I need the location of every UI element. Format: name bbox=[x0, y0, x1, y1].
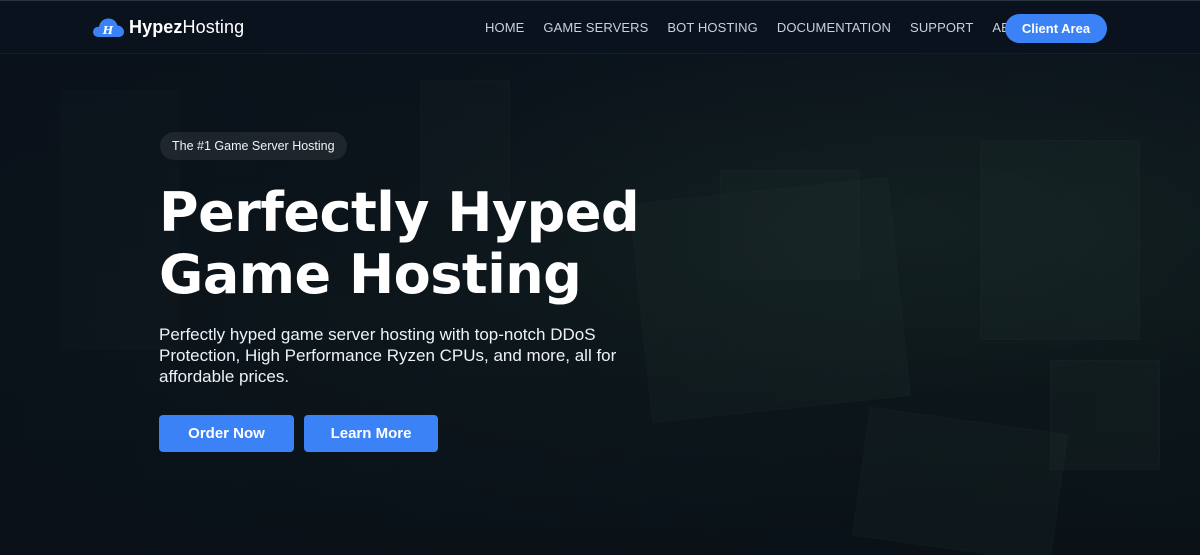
brand-logo[interactable]: H HypezHosting bbox=[91, 15, 244, 39]
nav-home-link[interactable]: HOME bbox=[485, 20, 524, 35]
brand-name: HypezHosting bbox=[129, 17, 244, 38]
nav-documentation-link[interactable]: DOCUMENTATION bbox=[777, 20, 891, 35]
nav-links: HOME GAME SERVERS BOT HOSTING DOCUMENTAT… bbox=[485, 20, 1057, 35]
nav-bot-hosting-link[interactable]: BOT HOSTING bbox=[667, 20, 757, 35]
logo-letter: H bbox=[102, 24, 114, 37]
brand-name-light: Hosting bbox=[182, 16, 245, 37]
hero-title: Perfectly Hyped Game Hosting bbox=[159, 182, 759, 306]
learn-more-button[interactable]: Learn More bbox=[304, 415, 438, 452]
nav-game-servers-link[interactable]: GAME SERVERS bbox=[543, 20, 648, 35]
hero-badge: The #1 Game Server Hosting bbox=[160, 132, 347, 160]
hero-title-line-1: Perfectly Hyped bbox=[159, 181, 640, 244]
client-area-button[interactable]: Client Area bbox=[1005, 14, 1107, 43]
order-now-button[interactable]: Order Now bbox=[159, 415, 294, 452]
nav-support-link[interactable]: SUPPORT bbox=[910, 20, 973, 35]
hero-title-line-2: Game Hosting bbox=[159, 243, 582, 306]
top-navbar: H HypezHosting HOME GAME SERVERS BOT HOS… bbox=[0, 0, 1200, 54]
brand-name-bold: Hypez bbox=[129, 16, 183, 37]
hero-subtitle: Perfectly hyped game server hosting with… bbox=[159, 325, 617, 386]
cloud-logo-icon: H bbox=[93, 18, 124, 37]
